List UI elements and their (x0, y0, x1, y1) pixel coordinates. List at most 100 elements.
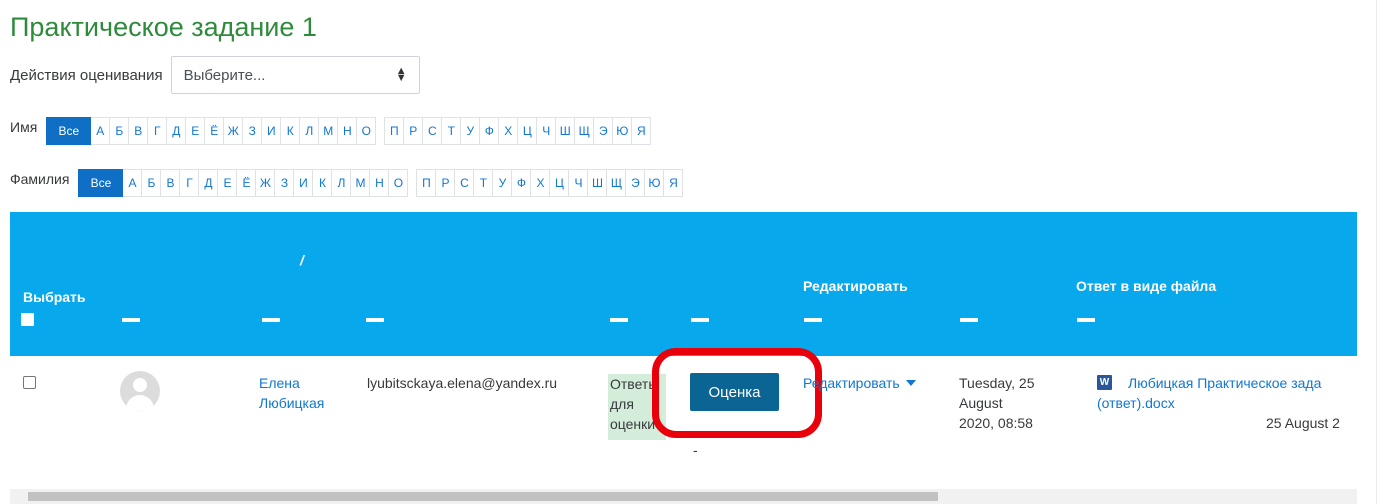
header-select[interactable]: Выбрать (23, 289, 86, 305)
collapse-column-icon[interactable] (804, 318, 822, 322)
collapse-column-icon[interactable] (1077, 318, 1095, 322)
first-name-letter[interactable]: Д (166, 117, 187, 145)
file-link-continued[interactable]: (ответ).docx (1097, 393, 1175, 413)
last-name-letter[interactable]: Х (530, 169, 551, 197)
first-name-letter[interactable]: И (261, 117, 282, 145)
header-file-answer[interactable]: Ответ в виде файла (1076, 278, 1216, 294)
last-name-letter[interactable]: Р (435, 169, 456, 197)
last-name-letter[interactable]: Д (198, 169, 219, 197)
grading-actions-label: Действия оценивания (10, 66, 163, 84)
edit-menu-label: Редактировать (803, 375, 900, 391)
first-name-letter[interactable]: З (242, 117, 263, 145)
first-name-filter-label: Имя (10, 119, 38, 135)
avatar[interactable] (120, 371, 160, 411)
first-name-letter[interactable]: Ч (536, 117, 557, 145)
first-name-letter[interactable]: Р (403, 117, 424, 145)
last-name-letter[interactable]: П (416, 169, 437, 197)
collapse-column-icon[interactable] (610, 318, 628, 322)
first-name-letter[interactable]: Я (631, 117, 652, 145)
first-name-letter[interactable]: Ё (204, 117, 225, 145)
collapse-column-icon[interactable] (262, 318, 280, 322)
scrollbar-thumb[interactable] (28, 492, 938, 501)
last-name-filter-label: Фамилия (10, 171, 70, 187)
last-name-letter[interactable]: У (492, 169, 513, 197)
header-name-slash[interactable]: / (300, 252, 304, 268)
last-name-letter[interactable]: И (293, 169, 314, 197)
first-name-filter: Имя Все АБВГДЕЁЖЗИКЛМНОПРСТУФХЦЧШЩЭЮЯ (10, 117, 652, 145)
collapse-column-icon[interactable] (691, 318, 709, 322)
first-name-letter[interactable]: Л (299, 117, 320, 145)
first-name-letter[interactable]: Ж (223, 117, 244, 145)
first-name-all[interactable]: Все (46, 117, 92, 145)
word-file-icon: W (1097, 375, 1112, 390)
last-name-letter[interactable]: К (312, 169, 333, 197)
first-name-letter[interactable]: Х (498, 117, 519, 145)
last-name-letter[interactable]: Щ (606, 169, 627, 197)
last-name-letter[interactable]: О (388, 169, 409, 197)
last-name-all[interactable]: Все (78, 169, 124, 197)
collapse-column-icon[interactable] (960, 318, 978, 322)
last-name-letter[interactable]: Е (217, 169, 238, 197)
first-name-pager: Все АБВГДЕЁЖЗИКЛМНОПРСТУФХЦЧШЩЭЮЯ (46, 117, 652, 145)
first-name-letter[interactable]: В (128, 117, 149, 145)
first-name-letter[interactable]: Щ (574, 117, 595, 145)
last-name-letter[interactable]: Г (179, 169, 200, 197)
last-name-letter[interactable]: С (454, 169, 475, 197)
row-select-checkbox[interactable] (23, 376, 36, 389)
first-name-letter[interactable]: Ш (555, 117, 576, 145)
status-line: Ответы (610, 376, 659, 392)
last-name-letter[interactable]: Л (331, 169, 352, 197)
last-name-letter[interactable]: Т (473, 169, 494, 197)
first-name-letter[interactable]: П (384, 117, 405, 145)
first-name-letter[interactable]: Е (185, 117, 206, 145)
last-name-letter[interactable]: Н (369, 169, 390, 197)
collapse-column-icon[interactable] (122, 318, 140, 322)
grade-button[interactable]: Оценка (690, 373, 779, 411)
last-name-letter[interactable]: Ж (255, 169, 276, 197)
page-title: Практическое задание 1 (10, 12, 317, 42)
last-name-letter[interactable]: Ц (549, 169, 570, 197)
last-name-letter[interactable]: М (350, 169, 371, 197)
first-name-letter[interactable]: О (356, 117, 377, 145)
first-name-letter[interactable]: Б (109, 117, 130, 145)
last-name-pager: Все АБВГДЕЁЖЗИКЛМНОПРСТУФХЦЧШЩЭЮЯ (78, 169, 684, 197)
first-name-letter[interactable]: Ю (612, 117, 633, 145)
first-name-letter[interactable]: Э (593, 117, 614, 145)
user-first-name-link[interactable]: Елена (259, 373, 300, 393)
collapse-column-icon[interactable] (366, 318, 384, 322)
first-name-letter[interactable]: Ф (479, 117, 500, 145)
last-name-letter[interactable]: А (122, 169, 143, 197)
last-name-letter[interactable]: Ю (644, 169, 665, 197)
first-name-letter[interactable]: Ц (517, 117, 538, 145)
first-name-letter[interactable]: У (460, 117, 481, 145)
first-name-letter[interactable]: Т (441, 117, 462, 145)
last-name-filter: Фамилия Все АБВГДЕЁЖЗИКЛМНОПРСТУФХЦЧШЩЭЮ… (10, 169, 684, 197)
file-link[interactable]: Любицкая Практическое зада (1128, 373, 1321, 393)
last-name-letter[interactable]: Ш (587, 169, 608, 197)
last-name-letter[interactable]: З (274, 169, 295, 197)
user-email: lyubitsckaya.elena@yandex.ru (367, 375, 558, 391)
last-name-letter[interactable]: Ф (511, 169, 532, 197)
first-name-letter[interactable]: Н (337, 117, 358, 145)
first-name-letter[interactable]: Г (147, 117, 168, 145)
grading-actions-select-value: Выберите... (183, 66, 266, 84)
last-name-letter[interactable]: Ё (236, 169, 257, 197)
first-name-letter[interactable]: М (318, 117, 339, 145)
first-name-letter[interactable]: С (422, 117, 443, 145)
grading-actions-select[interactable]: Выберите... ▲ ▼ (170, 56, 420, 94)
first-name-letter[interactable]: К (280, 117, 301, 145)
header-edit: Редактировать (803, 278, 908, 294)
last-name-letter[interactable]: Ч (568, 169, 589, 197)
select-arrows-icon: ▲ ▼ (395, 65, 407, 84)
last-name-letter[interactable]: Б (141, 169, 162, 197)
edit-menu-link[interactable]: Редактировать (803, 373, 916, 393)
select-all-checkbox[interactable] (21, 313, 34, 326)
file-date: 25 August 2 (1266, 415, 1340, 431)
last-name-letter[interactable]: В (160, 169, 181, 197)
last-name-letter[interactable]: Э (625, 169, 646, 197)
last-modified-line: 2020, 08:58 (959, 415, 1033, 431)
last-modified-line: August (959, 395, 1003, 411)
user-last-name-link[interactable]: Любицкая (259, 393, 324, 413)
first-name-letter[interactable]: А (90, 117, 111, 145)
last-name-letter[interactable]: Я (663, 169, 684, 197)
